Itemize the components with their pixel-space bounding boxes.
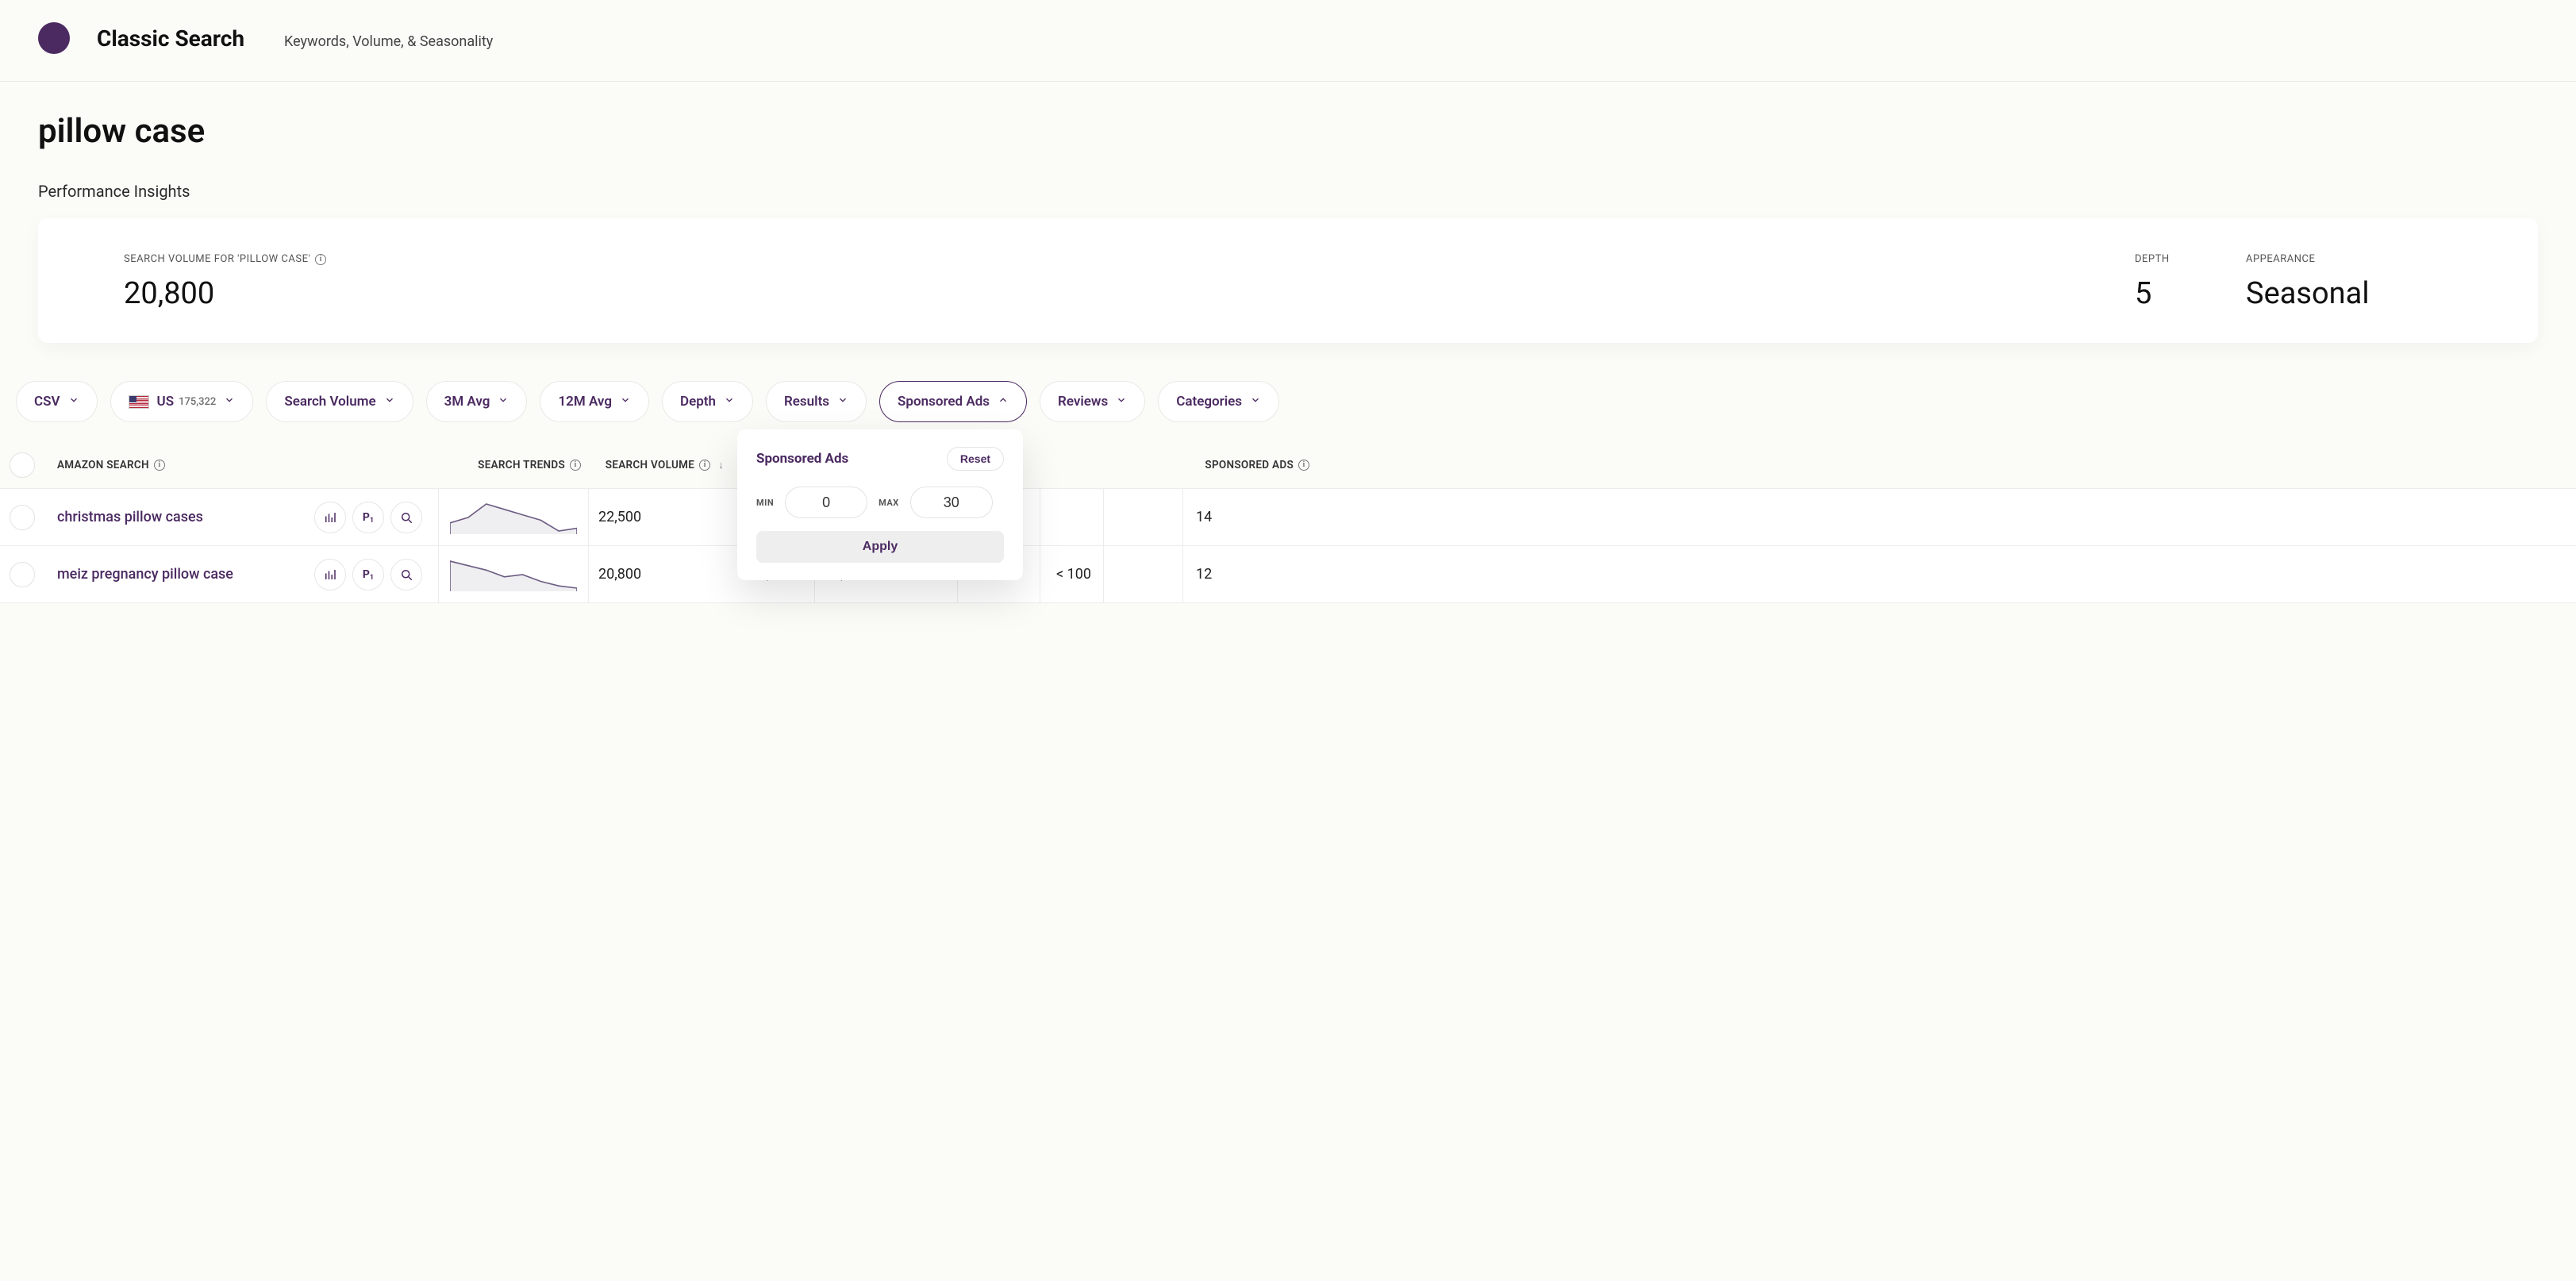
sort-descending-icon[interactable]: ↓ (718, 459, 724, 471)
metric-depth-label: DEPTH (2135, 253, 2170, 265)
csv-export-button[interactable]: CSV (16, 381, 98, 422)
brand-dot (38, 22, 70, 54)
sparkline (438, 546, 589, 602)
row-checkbox[interactable] (10, 562, 35, 587)
chevron-down-icon (498, 394, 509, 410)
popover-title: Sponsored Ads (756, 451, 947, 467)
country-selector[interactable]: US 175,322 (110, 381, 254, 422)
filter-sponsored-ads[interactable]: Sponsored Ads Sponsored Ads Reset MIN MA… (879, 381, 1027, 422)
min-input[interactable] (785, 487, 867, 518)
chevron-down-icon (1250, 394, 1261, 410)
info-icon[interactable]: i (315, 254, 326, 265)
filter-categories[interactable]: Categories (1158, 381, 1279, 422)
keyword-link[interactable]: meiz pregnancy pillow case (57, 566, 305, 583)
chevron-up-icon (998, 394, 1009, 410)
page-one-button[interactable]: P1 (352, 559, 384, 590)
keyword-link[interactable]: christmas pillow cases (57, 509, 305, 525)
chevron-down-icon (837, 394, 848, 410)
filter-reviews[interactable]: Reviews (1040, 381, 1145, 422)
apply-button[interactable]: Apply (756, 531, 1004, 563)
sparkline (438, 489, 589, 545)
search-icon-button[interactable] (390, 502, 422, 533)
page-header-title: Classic Search (97, 25, 244, 52)
filter-12m-avg[interactable]: 12M Avg (540, 381, 649, 422)
table-row: christmas pillow cases P1 (0, 489, 2576, 546)
page-header-subtitle: Keywords, Volume, & Seasonality (284, 33, 493, 50)
chart-icon-button[interactable] (314, 559, 346, 590)
insights-section-label: Performance Insights (38, 182, 2538, 201)
filter-search-volume[interactable]: Search Volume (266, 381, 413, 422)
cell-sponsored-ads: 14 (1182, 489, 1317, 545)
reset-button[interactable]: Reset (947, 447, 1004, 471)
country-count: 175,322 (179, 396, 216, 408)
filter-depth[interactable]: Depth (662, 381, 753, 422)
table-header-row: AMAZON SEARCH i SEARCH TRENDS i SEARCH V… (0, 441, 2576, 489)
table-row: meiz pregnancy pillow case P1 (0, 546, 2576, 603)
metric-search-volume-value: 20,800 (124, 276, 2135, 311)
filter-results[interactable]: Results (766, 381, 867, 422)
chevron-down-icon (620, 394, 631, 410)
min-label: MIN (756, 498, 774, 508)
chevron-down-icon (724, 394, 735, 410)
sponsored-ads-popover: Sponsored Ads Reset MIN MAX Apply (737, 429, 1023, 580)
metric-depth-value: 5 (2135, 276, 2246, 311)
col-search-volume[interactable]: SEARCH VOLUME (606, 459, 694, 471)
country-code: US (157, 394, 175, 410)
col-sponsored-ads[interactable]: SPONSORED ADS (1205, 459, 1294, 471)
max-label: MAX (879, 498, 899, 508)
cell-search-volume: 22,500 (589, 509, 732, 525)
chevron-down-icon (384, 394, 395, 410)
filter-3m-avg[interactable]: 3M Avg (426, 381, 528, 422)
cell-hidden-3: < 100 (1040, 546, 1103, 602)
us-flag-icon (129, 395, 149, 409)
info-icon[interactable]: i (699, 460, 710, 471)
insights-card: SEARCH VOLUME FOR 'PILLOW CASE' i 20,800… (38, 218, 2538, 343)
page-one-button[interactable]: P1 (352, 502, 384, 533)
chevron-down-icon (68, 394, 79, 410)
max-input[interactable] (910, 487, 993, 518)
info-icon[interactable]: i (1298, 460, 1309, 471)
info-icon[interactable]: i (570, 460, 581, 471)
cell-search-volume: 20,800 (589, 566, 732, 583)
csv-label: CSV (34, 394, 60, 410)
chevron-down-icon (224, 394, 235, 410)
cell-sponsored-ads: 12 (1182, 546, 1317, 602)
search-icon-button[interactable] (390, 559, 422, 590)
row-checkbox[interactable] (10, 505, 35, 530)
chart-icon-button[interactable] (314, 502, 346, 533)
select-all-checkbox[interactable] (10, 452, 35, 478)
metric-appearance-value: Seasonal (2246, 276, 2452, 311)
metric-search-volume-label: SEARCH VOLUME FOR 'PILLOW CASE' (124, 253, 310, 265)
chevron-down-icon (1116, 394, 1127, 410)
col-search-trends[interactable]: SEARCH TRENDS (478, 459, 565, 471)
keyword-title: pillow case (38, 113, 2538, 150)
info-icon[interactable]: i (154, 460, 165, 471)
col-amazon-search[interactable]: AMAZON SEARCH (57, 459, 149, 471)
metric-appearance-label: APPEARANCE (2246, 253, 2315, 265)
